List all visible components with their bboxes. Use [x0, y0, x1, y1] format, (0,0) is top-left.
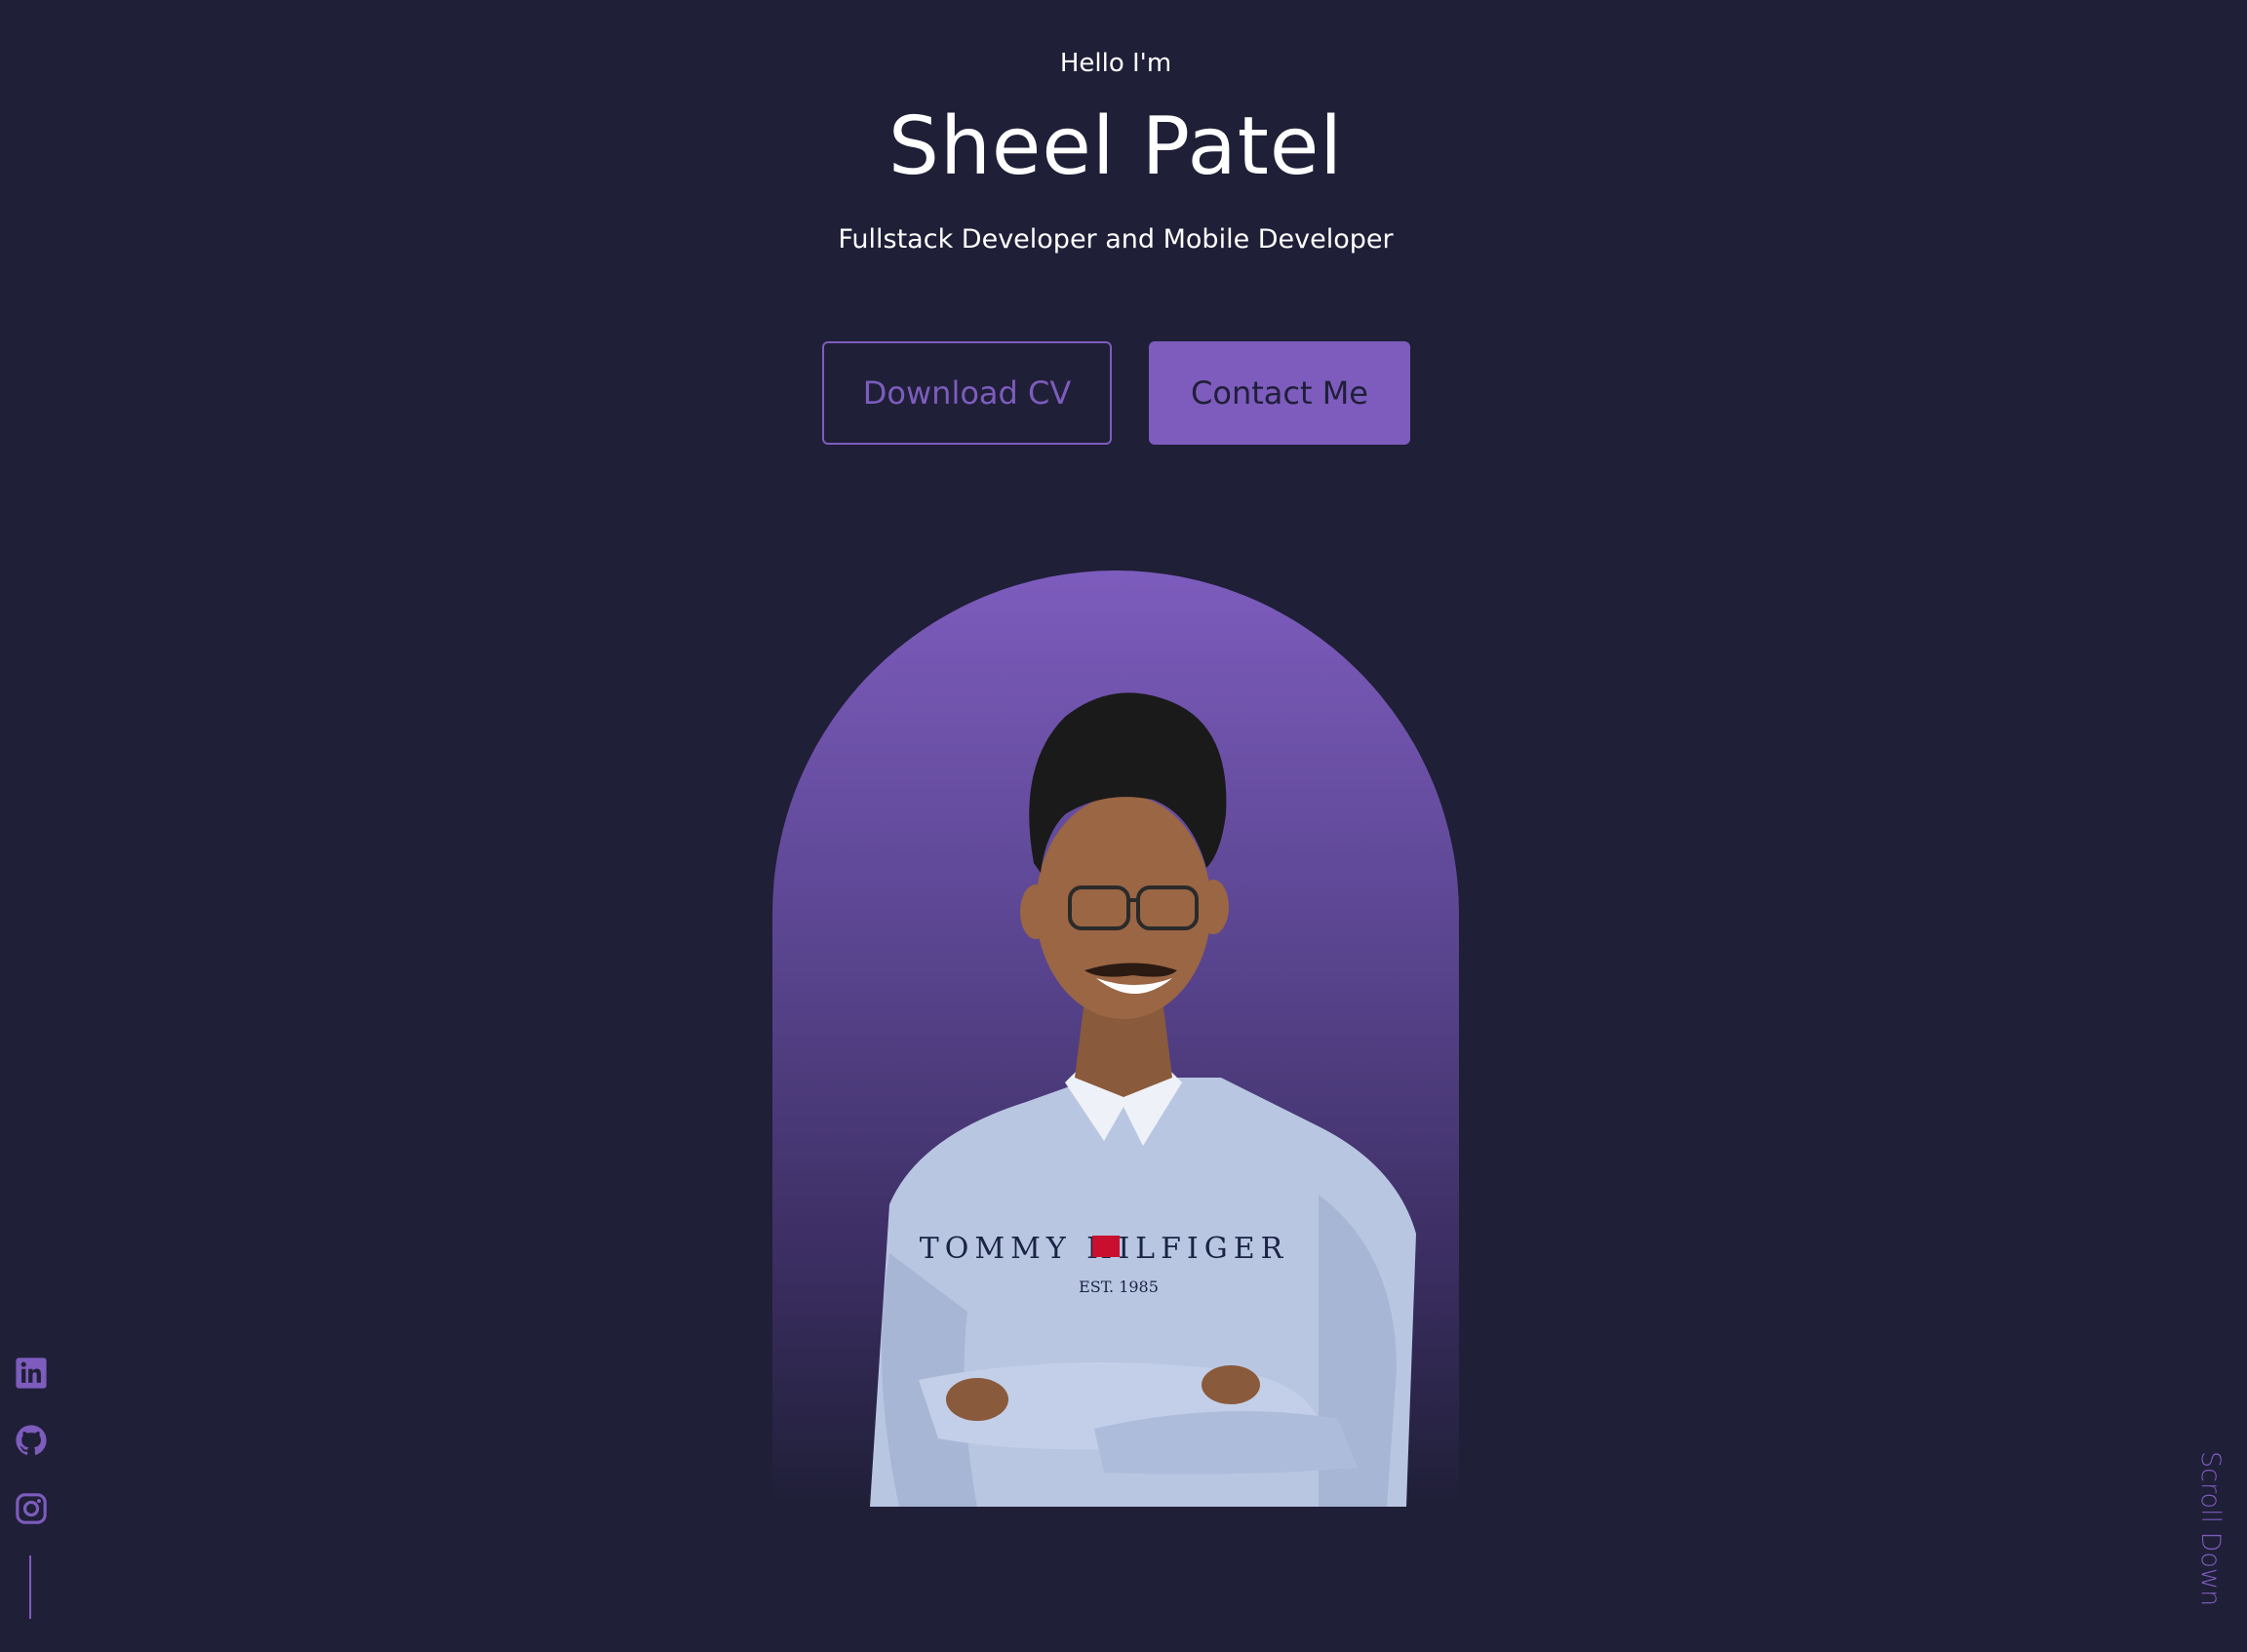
greeting-text: Hello I'm — [1059, 49, 1172, 78]
svg-text:EST. 1985: EST. 1985 — [1079, 1278, 1159, 1296]
instagram-icon — [16, 1493, 47, 1524]
download-cv-button[interactable]: Download CV — [822, 341, 1112, 445]
role-subtitle: Fullstack Developer and Mobile Developer — [838, 224, 1394, 255]
page-title: Sheel Patel — [887, 100, 1344, 193]
social-divider-line — [29, 1555, 31, 1619]
portrait-frame: TOMMY HILFIGER EST. 1985 — [772, 570, 1459, 1507]
github-icon — [16, 1425, 47, 1455]
hero-page: Hello I'm Sheel Patel Fullstack Develope… — [0, 0, 2247, 1652]
github-link[interactable] — [14, 1423, 49, 1458]
contact-me-button[interactable]: Contact Me — [1149, 341, 1410, 445]
instagram-link[interactable] — [14, 1491, 49, 1526]
portrait-image: TOMMY HILFIGER EST. 1985 — [870, 692, 1416, 1507]
scroll-down-link[interactable]: Scroll Down — [2187, 1451, 2226, 1617]
linkedin-link[interactable] — [14, 1356, 49, 1391]
linkedin-icon — [16, 1357, 47, 1389]
